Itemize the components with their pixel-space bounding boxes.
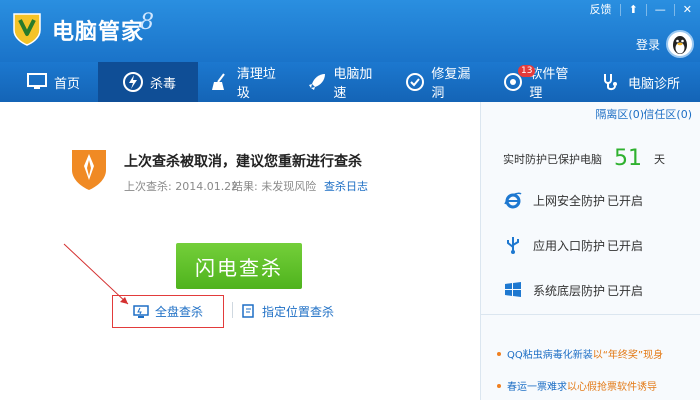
feature-name: 系统底层防护 xyxy=(533,283,606,298)
news-item[interactable]: QQ粘虫病毒化新装 以“年终奖”现身 xyxy=(497,346,663,361)
news-link-main[interactable]: 春运一票难求 xyxy=(507,378,567,393)
tab-label: 清理垃圾 xyxy=(236,67,276,101)
protection-unit: 天 xyxy=(654,152,665,166)
divider xyxy=(232,302,233,318)
stethoscope-icon xyxy=(600,71,622,93)
protection-status: 实时防护已保护电脑 51 天 xyxy=(503,146,665,171)
tab-antivirus[interactable]: 杀毒 xyxy=(98,62,198,102)
feature-name: 应用入口防护 xyxy=(533,238,606,253)
monitor-icon xyxy=(26,71,48,93)
lightning-shield-icon xyxy=(122,71,144,93)
tab-label: 电脑诊所 xyxy=(628,76,681,92)
quarantine-link[interactable]: 隔离区(0) xyxy=(595,106,644,122)
app-title-mark: 8 xyxy=(140,10,154,35)
protection-panel: 隔离区(0) 信任区(0) 实时防护已保护电脑 51 天 上网安全防护 已开启 … xyxy=(480,102,700,400)
tab-speedup[interactable]: 电脑加速 xyxy=(296,62,394,102)
usb-icon xyxy=(503,235,523,255)
windows-icon xyxy=(503,280,523,300)
app-logo-icon xyxy=(13,13,41,46)
tab-software[interactable]: 13 软件管理 xyxy=(492,62,590,102)
flash-scan-button[interactable]: 闪电查杀 xyxy=(176,243,302,289)
news-link-main[interactable]: QQ粘虫病毒化新装 xyxy=(507,346,593,361)
monitor-scan-icon xyxy=(133,304,149,318)
feature-web-protection[interactable]: 上网安全防护 已开启 xyxy=(503,188,643,212)
close-button[interactable]: ✕ xyxy=(675,0,700,20)
tab-label: 修复漏洞 xyxy=(431,67,471,101)
warning-shield-icon xyxy=(72,150,106,190)
login-link[interactable]: 登录 xyxy=(636,36,660,53)
app-title: 电脑管家 xyxy=(52,20,145,45)
tab-clean[interactable]: 清理垃圾 xyxy=(198,62,296,102)
minimize-button[interactable]: — xyxy=(647,0,674,20)
tab-label: 首页 xyxy=(54,76,81,92)
full-scan-label: 全盘查杀 xyxy=(154,305,203,319)
title-bar: 电脑管家 8 反馈 ⬆ — ✕ 登录 xyxy=(0,0,700,62)
patch-icon xyxy=(404,71,425,93)
folder-scan-icon xyxy=(242,304,254,318)
feature-status: 已开启 xyxy=(607,283,644,298)
feature-status: 已开启 xyxy=(607,193,644,208)
upload-icon[interactable]: ⬆ xyxy=(621,0,646,20)
ie-icon xyxy=(503,190,523,210)
news-link-sub[interactable]: 以“年终奖”现身 xyxy=(593,346,663,361)
full-scan-button[interactable]: 全盘查杀 xyxy=(112,295,224,328)
window-controls: 反馈 ⬆ — ✕ xyxy=(582,0,700,20)
divider xyxy=(481,314,700,315)
scan-warning-title: 上次查杀被取消，建议您重新进行查杀 xyxy=(124,154,362,170)
scan-result: 结果: 未发现风险 xyxy=(232,180,317,193)
badge-count: 13 xyxy=(518,65,536,77)
tab-fix-vulnerabilities[interactable]: 修复漏洞 xyxy=(394,62,492,102)
main-nav: 首页 杀毒 清理垃圾 电脑加速 修复漏洞 13 软件管理 电脑诊所 xyxy=(0,62,700,102)
rocket-icon xyxy=(306,71,327,93)
avatar[interactable] xyxy=(666,30,694,58)
news-link-sub[interactable]: 以心假抢票软件诱导 xyxy=(567,378,657,393)
protection-label: 实时防护已保护电脑 xyxy=(503,152,602,166)
scan-panel: 上次查杀被取消，建议您重新进行查杀 上次查杀: 2014.01.22 结果: 未… xyxy=(0,102,480,400)
feedback-button[interactable]: 反馈 xyxy=(582,0,620,20)
trust-zone-link[interactable]: 信任区(0) xyxy=(643,106,692,122)
tab-clinic[interactable]: 电脑诊所 xyxy=(590,62,700,102)
tab-home[interactable]: 首页 xyxy=(0,62,98,102)
tab-label: 杀毒 xyxy=(150,76,177,92)
qq-penguin-icon xyxy=(673,36,687,54)
broom-icon xyxy=(210,71,231,93)
protection-days: 51 xyxy=(614,146,642,171)
news-item[interactable]: 春运一票难求 以心假抢票软件诱导 xyxy=(497,378,657,393)
feature-status: 已开启 xyxy=(607,238,644,253)
tab-label: 软件管理 xyxy=(529,67,569,101)
custom-scan-button[interactable]: 指定位置查杀 xyxy=(242,302,334,320)
last-scan-date: 上次查杀: 2014.01.22 xyxy=(124,180,239,193)
feature-app-entry-protection[interactable]: 应用入口防护 已开启 xyxy=(503,233,643,257)
custom-scan-label: 指定位置查杀 xyxy=(262,304,335,319)
tab-label: 电脑加速 xyxy=(333,67,373,101)
feature-name: 上网安全防护 xyxy=(533,193,606,208)
bullet-icon xyxy=(497,383,501,388)
scan-log-link[interactable]: 查杀日志 xyxy=(324,178,368,194)
bullet-icon xyxy=(497,351,501,356)
feature-system-protection[interactable]: 系统底层防护 已开启 xyxy=(503,278,643,302)
